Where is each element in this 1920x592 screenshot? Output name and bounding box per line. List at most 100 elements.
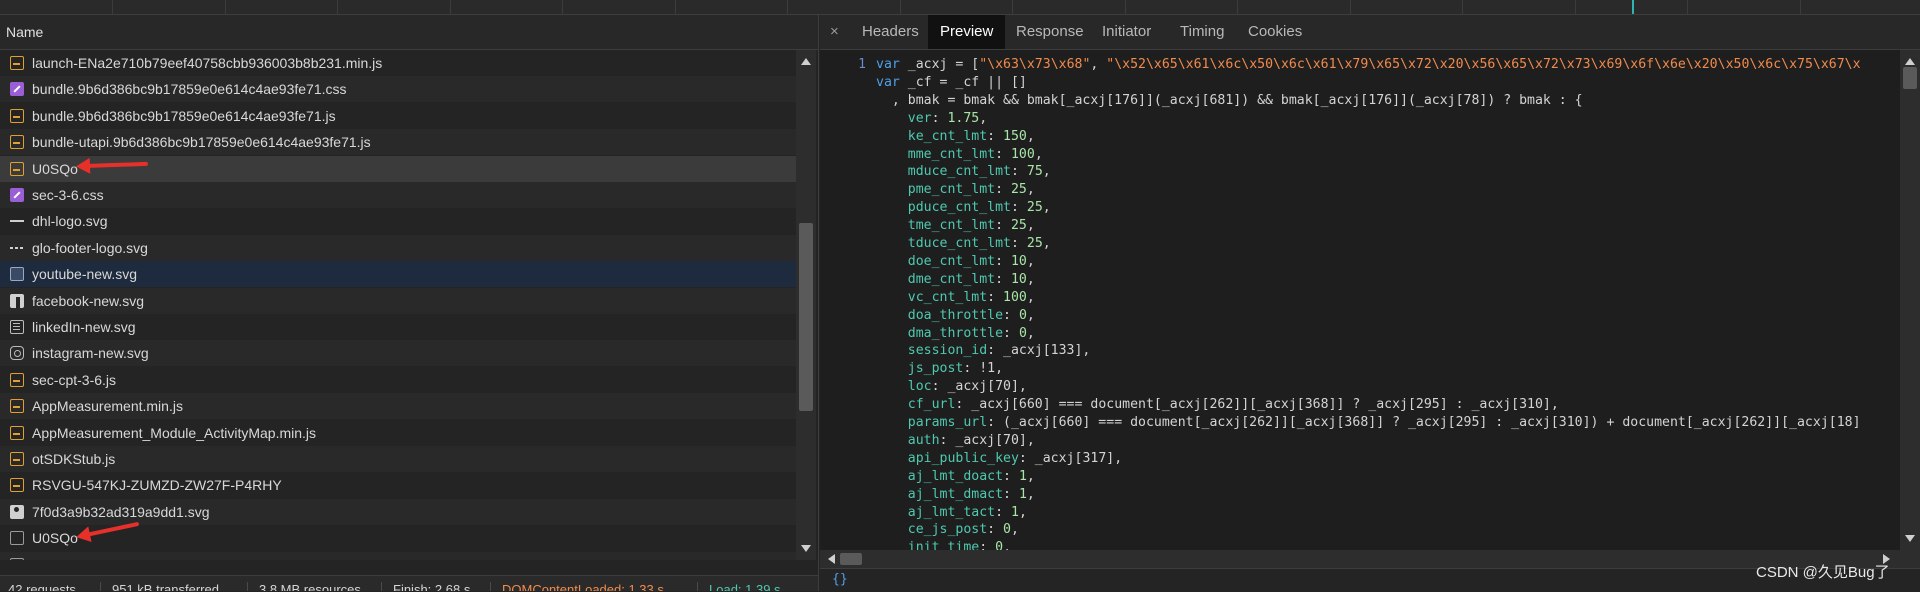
code-token: : _acxj[660] === document[_acxj[262]][_a… bbox=[955, 397, 1559, 413]
request-row[interactable]: U0SQo bbox=[0, 155, 796, 182]
blank-file-icon bbox=[10, 557, 24, 560]
code-token: : _acxj[70], bbox=[931, 379, 1027, 395]
timeline-overview[interactable] bbox=[0, 0, 1920, 15]
code-token: : bbox=[931, 110, 948, 126]
code-text: loc: _acxj[70], bbox=[876, 378, 1027, 396]
code-token: dme_cnt_lmt bbox=[876, 271, 996, 287]
request-row[interactable]: RSVGU-547KJ-ZUMZD-ZW27F-P4RHY bbox=[0, 472, 796, 498]
request-row[interactable]: sec-3-6.css bbox=[0, 182, 796, 208]
request-name: bundle.9b6d386bc9b17859e0e614c4ae93fe71.… bbox=[32, 107, 336, 124]
code-token: : bbox=[995, 504, 1011, 520]
request-row[interactable]: youtube-new.svg bbox=[0, 261, 796, 288]
request-row[interactable]: 7f0d3a9b32ad319a9dd1.svg bbox=[0, 498, 796, 525]
request-row[interactable]: facebook-new.svg bbox=[0, 287, 796, 314]
code-token: , bbox=[1034, 146, 1043, 162]
timeline-gridline bbox=[900, 0, 901, 14]
timeline-gridline bbox=[787, 0, 788, 14]
tab-response[interactable]: Response bbox=[1006, 15, 1094, 49]
code-token: cf_url bbox=[876, 397, 956, 413]
code-token: 10 bbox=[1010, 253, 1027, 269]
tab-cookies[interactable]: Cookies bbox=[1238, 15, 1312, 49]
tab-headers[interactable]: Headers bbox=[852, 15, 929, 49]
request-row[interactable]: AppMeasurement.min.js bbox=[0, 393, 796, 420]
request-row[interactable]: glo-footer-logo.svg bbox=[0, 234, 796, 261]
code-text: ver: 1.75, bbox=[876, 110, 987, 128]
code-text: var _acxj = ["\x63\x73\x68", "\x52\x65\x… bbox=[876, 56, 1861, 74]
request-row[interactable]: bundle.9b6d386bc9b17859e0e614c4ae93fe71.… bbox=[0, 103, 796, 129]
scroll-down-icon[interactable] bbox=[801, 545, 811, 552]
code-token: pduce_cnt_lmt bbox=[876, 200, 1011, 216]
request-row[interactable]: linkedIn-new.svg bbox=[0, 314, 796, 340]
request-row[interactable]: dhl-logo.svg bbox=[0, 208, 796, 234]
request-list-scrollbar[interactable] bbox=[796, 50, 816, 560]
code-token: : bbox=[1003, 486, 1019, 502]
code-token: js_post bbox=[876, 361, 964, 377]
code-token: , bbox=[1042, 164, 1051, 180]
pretty-print-button[interactable]: {} bbox=[832, 572, 848, 587]
code-horizontal-scrollbar[interactable] bbox=[820, 550, 1920, 568]
request-row[interactable]: launch-ENa2e710b79eef40758cbb936003b8b23… bbox=[0, 50, 796, 76]
request-row[interactable]: otSDKStub.js bbox=[0, 446, 796, 472]
code-text: params_url: (_acxj[660] === document[_ac… bbox=[876, 414, 1861, 432]
timeline-load-marker bbox=[1632, 0, 1634, 14]
code-token: 150 bbox=[1003, 128, 1027, 144]
code-token: , bbox=[1026, 325, 1035, 341]
request-list: launch-ENa2e710b79eef40758cbb936003b8b23… bbox=[0, 50, 796, 560]
request-name: glo-footer-logo.svg bbox=[32, 239, 148, 256]
timeline-gridline bbox=[1350, 0, 1351, 14]
code-token: loc bbox=[876, 379, 932, 395]
code-token: : _acxj[317], bbox=[1018, 450, 1123, 466]
code-token: "\x63\x73\x68" bbox=[979, 57, 1091, 72]
scrollbar-thumb[interactable] bbox=[799, 223, 813, 411]
code-token: , bbox=[979, 110, 988, 126]
request-row[interactable]: bundle.9b6d386bc9b17859e0e614c4ae93fe71.… bbox=[0, 76, 796, 103]
code-token: 0 bbox=[1018, 307, 1027, 323]
code-token: , bmak = bmak && bmak[_acxj[176]](_acxj[… bbox=[876, 92, 1583, 108]
svg-dashed-icon bbox=[10, 241, 24, 255]
code-token: : bbox=[1003, 468, 1019, 484]
scroll-up-icon[interactable] bbox=[1905, 58, 1915, 65]
request-name: launch-ENa2e710b79eef40758cbb936003b8b23… bbox=[32, 55, 383, 71]
code-token: : bbox=[1010, 200, 1027, 216]
scroll-left-icon[interactable] bbox=[828, 554, 835, 564]
scroll-down-icon[interactable] bbox=[1905, 535, 1915, 542]
scrollbar-thumb[interactable] bbox=[1903, 67, 1917, 89]
divider bbox=[490, 582, 491, 591]
request-count: 42 requests bbox=[8, 582, 76, 591]
code-token: : (_acxj[660] === document[_acxj[262]][_… bbox=[987, 415, 1861, 430]
preview-code-view[interactable]: 1 var _acxj = ["\x63\x73\x68", "\x52\x65\… bbox=[820, 50, 1900, 550]
code-token: , bbox=[1026, 307, 1035, 323]
code-token: ver bbox=[876, 110, 932, 126]
code-token: : !1, bbox=[963, 361, 1004, 377]
code-vertical-scrollbar[interactable] bbox=[1900, 50, 1920, 550]
code-token: ce_js_post bbox=[876, 522, 988, 538]
scrollbar-thumb[interactable] bbox=[840, 553, 862, 565]
request-row[interactable]: instagram-new.svg bbox=[0, 340, 796, 367]
code-token: var bbox=[876, 74, 900, 90]
code-text: ke_cnt_lmt: 150, bbox=[876, 128, 1035, 146]
code-token: 1 bbox=[1010, 504, 1019, 520]
code-token: 25 bbox=[1026, 200, 1043, 216]
code-token: : bbox=[995, 271, 1011, 287]
code-token: init_time bbox=[876, 540, 980, 550]
request-row[interactable]: sec-cpt-3-6.js bbox=[0, 367, 796, 393]
code-token: 25 bbox=[1026, 236, 1043, 251]
linkedin-file-icon bbox=[10, 320, 24, 334]
tab-timing[interactable]: Timing bbox=[1170, 15, 1234, 49]
tab-preview[interactable]: Preview bbox=[928, 15, 1006, 49]
code-token: 0 bbox=[1003, 522, 1011, 538]
request-row[interactable]: utapi?trackingNumber=LP001802431DE&langu… bbox=[0, 551, 796, 560]
js-file-icon bbox=[10, 372, 24, 387]
scroll-up-icon[interactable] bbox=[801, 58, 811, 65]
code-token: 1.75 bbox=[947, 110, 980, 126]
code-token: pme_cnt_lmt bbox=[876, 182, 996, 198]
tab-initiator[interactable]: Initiator bbox=[1092, 15, 1161, 49]
request-row[interactable]: AppMeasurement_Module_ActivityMap.min.js bbox=[0, 420, 796, 446]
timeline-gridline bbox=[225, 0, 226, 14]
request-row[interactable]: bundle-utapi.9b6d386bc9b17859e0e614c4ae9… bbox=[0, 129, 796, 156]
image-file-icon bbox=[10, 267, 24, 282]
close-icon[interactable]: × bbox=[830, 23, 839, 40]
code-token: vc_cnt_lmt bbox=[876, 289, 988, 305]
line-number: 1 bbox=[858, 57, 866, 72]
name-column-header[interactable]: Name bbox=[0, 15, 818, 50]
